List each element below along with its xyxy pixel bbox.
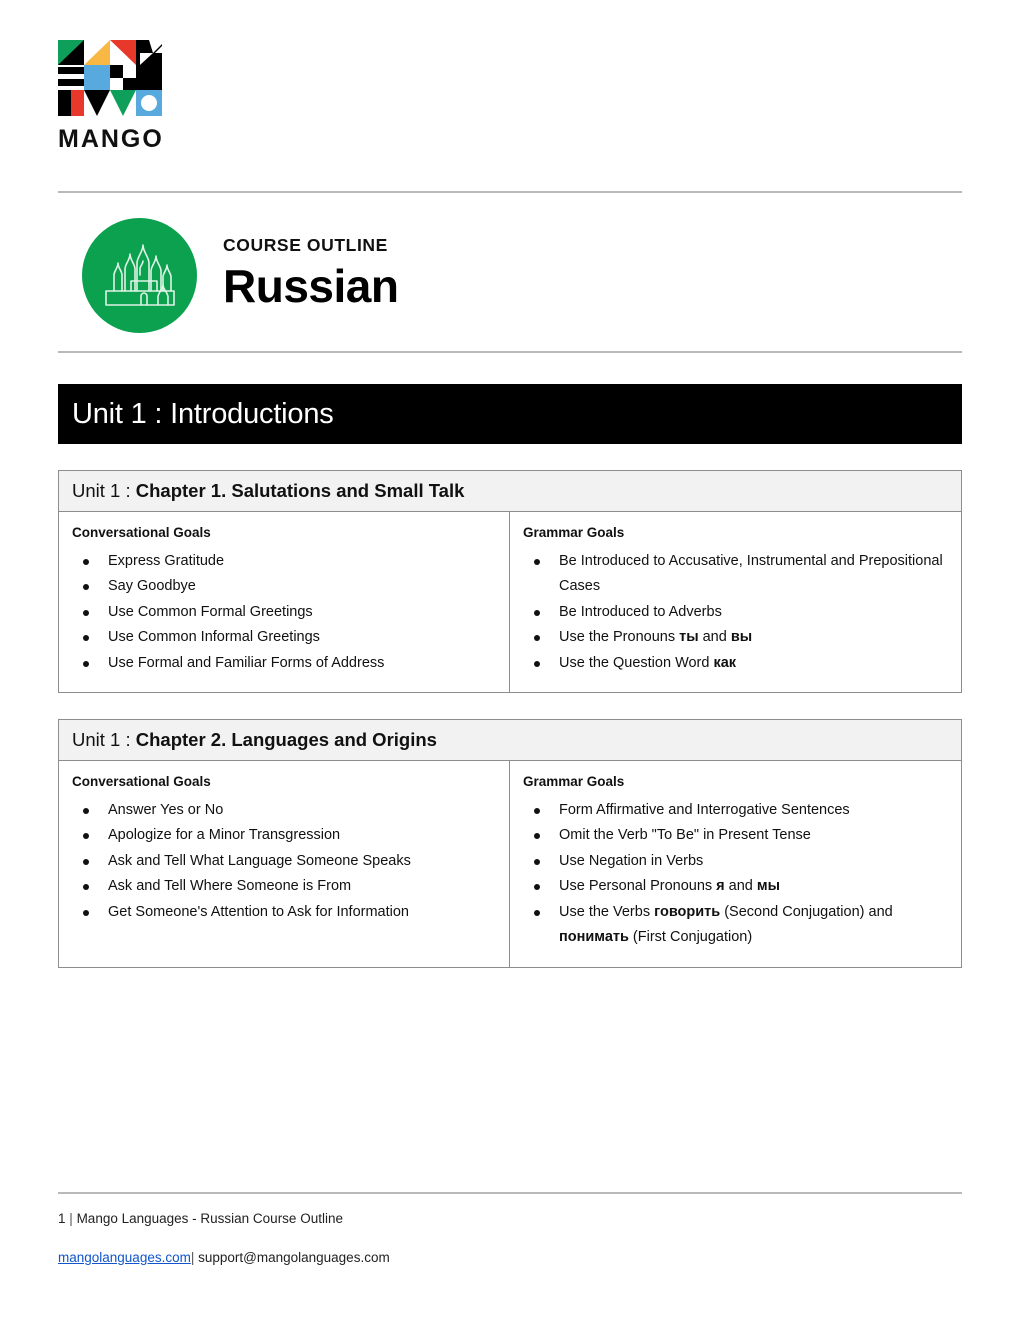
goal-item: Get Someone's Attention to Ask for Infor… [72, 900, 497, 926]
grammar-goals-cell: Grammar Goals Be Introduced to Accusative… [509, 512, 962, 693]
footer-separator-1: | [69, 1211, 73, 1227]
goal-text: Be Introduced to Adverbs [559, 603, 722, 620]
goal-text: Use Common Formal Greetings [108, 603, 313, 620]
goal-item: Apologize for a Minor Transgression [72, 823, 497, 849]
chapter-unit-prefix: Unit 1 : [72, 479, 136, 501]
page-footer: 1 | Mango Languages - Russian Course Out… [58, 1192, 962, 1268]
unit-banner-label: Unit 1 : Introductions [72, 397, 334, 430]
goal-text: Use Formal and Familiar Forms of Address [108, 654, 385, 671]
goal-heading: Grammar Goals [523, 525, 625, 540]
target-language-term: я [716, 878, 725, 894]
footer-meta: 1 | Mango Languages - Russian Course Out… [58, 1210, 962, 1229]
goal-text: Form Affirmative and Interrogative Sente… [559, 801, 850, 818]
goal-text: Get Someone's Attention to Ask for Infor… [108, 903, 409, 920]
cathedral-icon [104, 243, 175, 306]
goal-text: (First Conjugation) [628, 929, 753, 945]
goal-item: Use Personal Pronouns я and мы [523, 874, 949, 900]
chapter-unit-prefix: Unit 1 : [72, 728, 136, 750]
page-title: Russian [223, 260, 399, 313]
course-header: COURSE OUTLINE Russian [58, 193, 962, 333]
goal-item: Use the Question Word как [523, 651, 949, 677]
goal-item: Use Common Formal Greetings [72, 600, 497, 626]
chapter-body: Conversational Goals Express Gratitude Say… [58, 512, 962, 693]
target-language-term: мы [756, 878, 780, 894]
goal-text: and [698, 629, 731, 645]
course-badge [82, 218, 197, 333]
goal-list: Be Introduced to Accusative, Instrumenta… [523, 549, 949, 677]
goal-item: Use the Pronouns ты and вы [523, 625, 949, 651]
chapter-header: Unit 1 : Chapter 2. Languages and Origin… [58, 719, 962, 761]
goal-item: Use Common Informal Greetings [72, 625, 497, 651]
chapter-header: Unit 1 : Chapter 1. Salutations and Smal… [58, 470, 962, 512]
target-language-term: ты [679, 629, 699, 645]
goal-heading: Conversational Goals [72, 525, 211, 540]
goal-item: Use Negation in Verbs [523, 849, 949, 875]
goal-item: Express Gratitude [72, 549, 497, 575]
conversational-goals-cell: Conversational Goals Answer Yes or No Apol… [58, 761, 510, 968]
goal-text: Omit the Verb "To Be" in Present Tense [559, 827, 811, 843]
goal-item: Answer Yes or No [72, 798, 497, 824]
goal-text: Use the Verbs [559, 903, 655, 920]
goal-item: Ask and Tell What Language Someone Speak… [72, 849, 497, 875]
header-divider-bottom [58, 351, 962, 353]
chapter-header-label: Unit 1 : Chapter 2. Languages and Origin… [72, 728, 437, 750]
goal-text: Use the Pronouns [559, 629, 680, 645]
chapter-list: Unit 1 : Chapter 1. Salutations and Smal… [58, 470, 962, 968]
target-language-term: понимать [559, 929, 629, 945]
goal-item: Form Affirmative and Interrogative Sente… [523, 798, 949, 824]
footer-links: mangolanguages.com| support@mangolanguag… [58, 1249, 962, 1268]
course-eyebrow: COURSE OUTLINE [223, 235, 388, 256]
grammar-goals-cell: Grammar Goals Form Affirmative and Interr… [509, 761, 962, 968]
brand-logo-block: MANGO [58, 0, 962, 152]
goal-list: Answer Yes or No Apologize for a Minor Tr… [72, 798, 497, 926]
mango-mosaic-logo-icon [58, 40, 162, 116]
goal-heading: Conversational Goals [72, 774, 211, 789]
support-email: support@mangolanguages.com [198, 1250, 390, 1266]
goal-list: Express Gratitude Say Goodbye Use Common F… [72, 549, 497, 677]
footer-divider [58, 1192, 962, 1195]
goal-item: Use the Verbs говорить (Second Conjugati… [523, 900, 949, 951]
goal-text: Use Personal Pronouns [559, 878, 717, 894]
course-title-group: COURSE OUTLINE Russian [223, 235, 399, 315]
chapter-header-label: Unit 1 : Chapter 1. Salutations and Smal… [72, 479, 465, 501]
goal-item: Ask and Tell Where Someone is From [72, 874, 497, 900]
goal-item: Omit the Verb "To Be" in Present Tense [523, 823, 949, 849]
chapter-section: Unit 1 : Chapter 1. Salutations and Smal… [58, 470, 962, 693]
target-language-term: говорить [654, 903, 721, 920]
footer-document-title: Mango Languages - Russian Course Outline [76, 1211, 343, 1227]
goal-text: Express Gratitude [108, 552, 225, 569]
target-language-term: как [713, 654, 737, 671]
chapter-section: Unit 1 : Chapter 2. Languages and Origin… [58, 719, 962, 968]
goal-text: Say Goodbye [108, 578, 196, 594]
goal-text: Use Common Informal Greetings [108, 629, 320, 645]
chapter-title: Chapter 2. Languages and Origins [135, 728, 437, 750]
goal-text: Use the Question Word [559, 654, 714, 671]
goal-item: Say Goodbye [72, 574, 497, 600]
goal-text: Apologize for a Minor Transgression [108, 827, 341, 843]
chapter-title: Chapter 1. Salutations and Small Talk [135, 479, 465, 501]
target-language-term: вы [730, 629, 753, 645]
footer-page-number: 1 [58, 1211, 66, 1227]
document-page: MANGO COURSE OUTLINE Russian Unit 1: In… [0, 0, 1020, 1320]
goal-text: Ask and Tell Where Someone is From [108, 878, 352, 894]
goal-item: Use Formal and Familiar Forms of Address [72, 651, 497, 677]
footer-separator-2: | [190, 1250, 195, 1266]
goal-text: Use Negation in Verbs [559, 852, 704, 869]
website-link[interactable]: mangolanguages.com [58, 1250, 191, 1265]
brand-wordmark: MANGO [58, 125, 164, 153]
goal-text: (Second Conjugation) and [720, 903, 893, 920]
goal-text: Ask and Tell What Language Someone Speak… [108, 852, 411, 869]
chapter-body: Conversational Goals Answer Yes or No Apol… [58, 761, 962, 968]
unit-banner: Unit 1 : Introductions [58, 384, 962, 444]
goal-text: and [724, 878, 757, 894]
goal-heading: Grammar Goals [523, 774, 625, 789]
goal-list: Form Affirmative and Interrogative Sente… [523, 798, 949, 951]
conversational-goals-cell: Conversational Goals Express Gratitude Say… [58, 512, 510, 693]
goal-text: Answer Yes or No [108, 801, 224, 818]
goal-item: Be Introduced to Adverbs [523, 600, 949, 626]
goal-item: Be Introduced to Accusative, Instrumenta… [523, 549, 949, 600]
goal-text: Be Introduced to Accusative, Instrumenta… [559, 552, 943, 595]
